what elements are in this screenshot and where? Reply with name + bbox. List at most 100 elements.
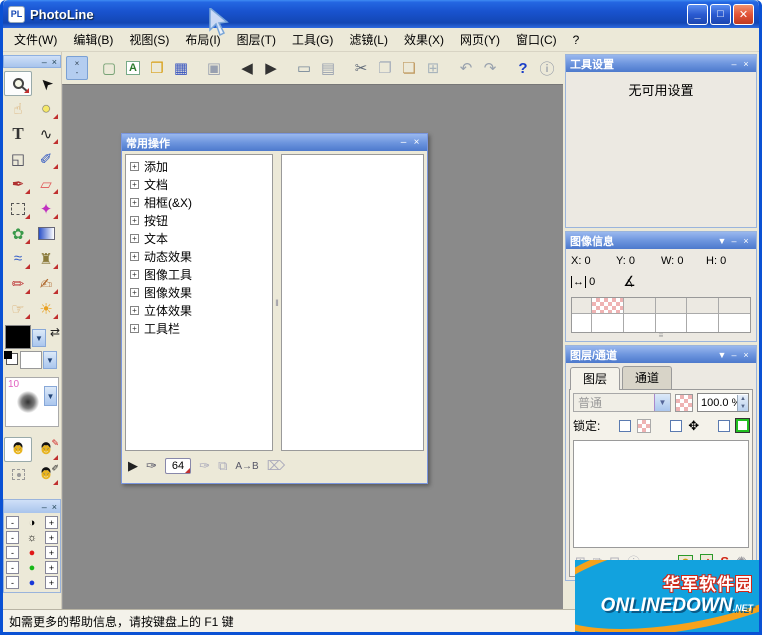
adjust-close-button[interactable]: × xyxy=(52,502,57,512)
actions-minimize-button[interactable]: – xyxy=(397,137,410,148)
brush-preview[interactable]: 10 ▼ xyxy=(5,377,59,427)
menu-window[interactable]: 窗口(C) xyxy=(508,28,565,51)
expand-icon[interactable]: + xyxy=(130,323,139,333)
expand-icon[interactable]: + xyxy=(130,287,139,297)
layer-transparency-swatch[interactable] xyxy=(675,393,693,412)
tree-item-image-effects[interactable]: + 图像效果 xyxy=(126,283,272,301)
minimize-button[interactable]: _ xyxy=(687,3,708,25)
contrast-minus-button[interactable]: - xyxy=(6,516,19,529)
context-help-button[interactable]: ? xyxy=(511,56,535,80)
tree-item-add[interactable]: + 添加 xyxy=(126,157,272,175)
mask-view-button[interactable]: ☻ xyxy=(4,437,32,462)
pan-tool-button[interactable]: ☝ xyxy=(4,96,32,121)
ellipse-tool-button[interactable]: ● xyxy=(32,96,60,121)
brightness-minus-button[interactable]: - xyxy=(6,531,19,544)
info-button[interactable]: ⓘ xyxy=(535,56,559,80)
duplicate-action-button[interactable]: ⧉ xyxy=(218,458,227,474)
tool-settings-minimize-button[interactable]: – xyxy=(728,59,740,69)
tool-settings-close-button[interactable]: × xyxy=(740,59,752,69)
paste-button[interactable]: ❏ xyxy=(397,56,421,80)
reset-colors-icon[interactable] xyxy=(4,351,18,365)
expand-icon[interactable]: + xyxy=(130,269,139,279)
stamp-tool-button[interactable]: ♜ xyxy=(32,246,60,271)
layers-close-button[interactable]: × xyxy=(740,350,752,360)
print-button[interactable]: ▤ xyxy=(316,56,340,80)
actions-close-button[interactable]: × xyxy=(410,137,423,148)
palette-close-button[interactable]: × xyxy=(52,57,57,67)
scan-button[interactable]: ▭ xyxy=(292,56,316,80)
tree-item-3d-effects[interactable]: + 立体效果 xyxy=(126,301,272,319)
adjust-hand-tool-button[interactable]: ☞ xyxy=(4,296,32,321)
actions-detail-pane[interactable] xyxy=(281,154,424,451)
menu-edit[interactable]: 编辑(B) xyxy=(65,28,121,51)
tool-settings-titlebar[interactable]: 工具设置 – × xyxy=(566,55,756,72)
actions-dialog-titlebar[interactable]: 常用操作 – × xyxy=(122,134,427,151)
dialog-splitter[interactable]: ‖ xyxy=(274,154,280,451)
blend-mode-select[interactable]: 普通 ▼ xyxy=(573,393,671,412)
tab-channels[interactable]: 通道 xyxy=(622,366,673,389)
background-color-dropdown[interactable]: ▼ xyxy=(43,351,57,369)
rename-action-button[interactable]: A→B xyxy=(235,461,258,472)
opacity-field[interactable]: 100.0 % ▲▼ xyxy=(697,393,749,412)
tree-item-toolbar[interactable]: + 工具栏 xyxy=(126,319,272,337)
maximize-button[interactable]: □ xyxy=(710,3,731,25)
play-action-button[interactable]: ▶ xyxy=(128,458,138,474)
expand-icon[interactable]: + xyxy=(130,197,139,207)
foreground-color-dropdown[interactable]: ▼ xyxy=(32,329,46,347)
expand-icon[interactable]: + xyxy=(130,161,139,171)
paste-special-button[interactable]: ⊞ xyxy=(421,56,445,80)
undo-button[interactable]: ↶ xyxy=(454,56,478,80)
expand-icon[interactable]: + xyxy=(130,233,139,243)
opacity-spinner[interactable]: ▲ ▼ xyxy=(737,394,748,411)
menu-layer[interactable]: 图层(T) xyxy=(229,28,284,51)
blue-minus-button[interactable]: - xyxy=(6,576,19,589)
gradient-tool-button[interactable] xyxy=(32,221,60,246)
layers-minimize-button[interactable]: – xyxy=(728,350,740,360)
mask-draw-button[interactable]: ☻ ✎ xyxy=(32,437,60,462)
menu-web[interactable]: 网页(Y) xyxy=(452,28,508,51)
mask-pick-button[interactable]: ☻ ✐ xyxy=(32,462,60,487)
toolbar-handle[interactable]: × - xyxy=(66,56,88,80)
brush-dropdown[interactable]: ▼ xyxy=(44,386,57,406)
lock-all-checkbox[interactable] xyxy=(718,419,731,432)
adjust-minimize-button[interactable]: – xyxy=(42,502,47,512)
red-minus-button[interactable]: - xyxy=(6,546,19,559)
layers-titlebar[interactable]: 图层/通道 ▼ – × xyxy=(566,346,756,363)
lock-transparency-checkbox[interactable] xyxy=(619,419,632,432)
record-action-button[interactable]: ✑ xyxy=(146,458,157,474)
pencil-tool-button[interactable]: ✏ xyxy=(4,271,32,296)
light-tool-button[interactable]: ☀ xyxy=(32,296,60,321)
brightness-plus-button[interactable]: + xyxy=(45,531,58,544)
eraser-tool-button[interactable]: ▱ xyxy=(32,171,60,196)
image-info-titlebar[interactable]: 图像信息 ▼ – × xyxy=(566,232,756,249)
new-text-document-button[interactable]: A xyxy=(121,56,145,80)
redo-button[interactable]: ↷ xyxy=(478,56,502,80)
contrast-plus-button[interactable]: + xyxy=(45,516,58,529)
palette-minimize-button[interactable]: – xyxy=(42,57,47,67)
red-plus-button[interactable]: + xyxy=(45,546,58,559)
text-tool-button[interactable]: T xyxy=(4,121,32,146)
menu-filter[interactable]: 滤镜(L) xyxy=(341,28,396,51)
green-minus-button[interactable]: - xyxy=(6,561,19,574)
open-button[interactable]: ❒ xyxy=(145,56,169,80)
expand-icon[interactable]: + xyxy=(130,179,139,189)
swap-colors-icon[interactable]: ⇄ xyxy=(50,325,60,339)
background-color-swatch[interactable] xyxy=(20,351,42,369)
expand-icon[interactable]: + xyxy=(130,215,139,225)
back-button[interactable]: ◀ xyxy=(235,56,259,80)
blue-plus-button[interactable]: + xyxy=(45,576,58,589)
menu-file[interactable]: 文件(W) xyxy=(6,28,65,51)
select-tool-button[interactable]: ➤ xyxy=(32,71,60,96)
magic-wand-tool-button[interactable]: ✦ xyxy=(32,196,60,221)
cut-button[interactable]: ✂ xyxy=(349,56,373,80)
browse-button[interactable]: ▦ xyxy=(169,56,193,80)
menu-view[interactable]: 视图(S) xyxy=(121,28,177,51)
tree-item-dynamic-effects[interactable]: + 动态效果 xyxy=(126,247,272,265)
smudge-tool-button[interactable]: ≈ xyxy=(4,246,32,271)
image-info-close-button[interactable]: × xyxy=(740,236,752,246)
eyedropper-tool-button[interactable]: ✐ xyxy=(32,146,60,171)
curve-tool-button[interactable]: ∿ xyxy=(32,121,60,146)
menu-layout[interactable]: 布局(I) xyxy=(177,28,228,51)
green-plus-button[interactable]: + xyxy=(45,561,58,574)
save-button[interactable]: ▣ xyxy=(202,56,226,80)
